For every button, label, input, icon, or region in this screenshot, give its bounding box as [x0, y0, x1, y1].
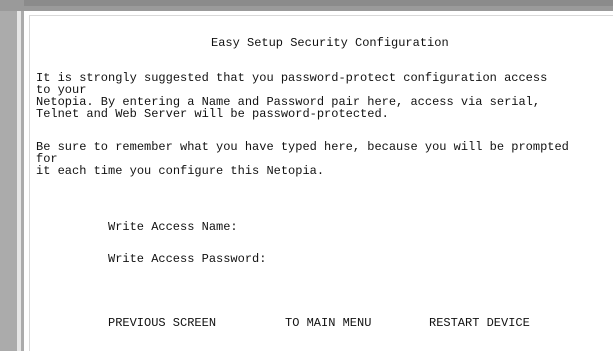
- window-top-bar-inner: [24, 0, 613, 6]
- terminal-window: Easy Setup Security Configuration It is …: [0, 0, 613, 351]
- page-title: Easy Setup Security Configuration: [211, 36, 449, 50]
- reminder-text-line-1: Be sure to remember what you have typed …: [36, 140, 569, 154]
- window-top-bar: [0, 0, 613, 11]
- main-menu-button[interactable]: TO MAIN MENU: [285, 317, 371, 329]
- intro-text-line-4: Telnet and Web Server will be password-p…: [36, 107, 389, 121]
- write-access-name-field[interactable]: Write Access Name:: [108, 221, 238, 233]
- intro-text-line-1: It is strongly suggested that you passwo…: [36, 71, 548, 85]
- restart-device-button[interactable]: RESTART DEVICE: [429, 317, 530, 329]
- window-left-rail-highlight: [17, 11, 21, 351]
- reminder-text-line-3: it each time you configure this Netopia.: [36, 164, 325, 178]
- write-access-password-field[interactable]: Write Access Password:: [108, 253, 266, 265]
- terminal-screen: Easy Setup Security Configuration It is …: [29, 15, 613, 351]
- previous-screen-button[interactable]: PREVIOUS SCREEN: [108, 317, 216, 329]
